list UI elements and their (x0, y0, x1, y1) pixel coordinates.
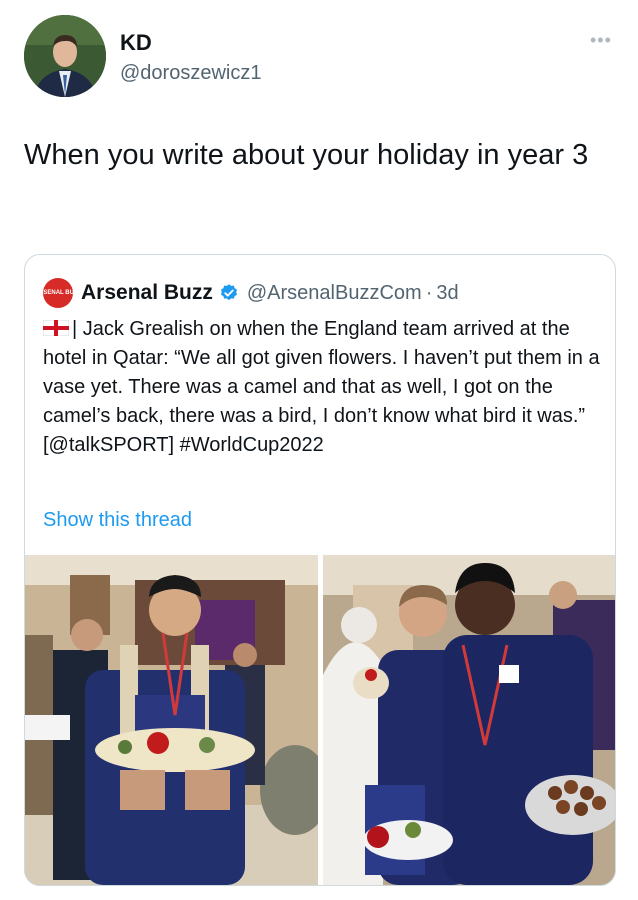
author-avatar[interactable] (24, 15, 106, 97)
quoted-tweet-text: | Jack Grealish on when the England team… (43, 318, 600, 456)
more-options-icon[interactable]: ••• (590, 30, 612, 51)
quoted-timestamp[interactable]: 3d (436, 282, 458, 305)
photo-grealish-flowers[interactable] (25, 555, 318, 885)
logo-text: ARSENAL BUZZ (34, 289, 82, 296)
arsenal-buzz-logo-icon[interactable]: ARSENAL BUZZ (35, 278, 81, 308)
verified-badge-icon (220, 284, 237, 301)
photo-image (323, 555, 615, 885)
quoted-tweet-body: | Jack Grealish on when the England team… (43, 315, 603, 460)
quoted-tweet-header: ARSENAL BUZZ Arsenal Buzz @ArsenalBuzzCo… (35, 278, 459, 308)
show-thread-link[interactable]: Show this thread (43, 509, 192, 532)
quoted-author-name[interactable]: Arsenal Buzz (81, 281, 213, 305)
quoted-author-handle[interactable]: @ArsenalBuzzCom (247, 282, 422, 305)
meta-separator: · (425, 281, 433, 304)
quoted-tweet[interactable]: ARSENAL BUZZ Arsenal Buzz @ArsenalBuzzCo… (24, 254, 616, 886)
author-handle[interactable]: @doroszewicz1 (120, 62, 261, 85)
tweet-text: When you write about your holiday in yea… (24, 139, 589, 171)
avatar-photo (24, 15, 106, 97)
england-flag-icon (43, 320, 69, 336)
photo-saka-shaw-flowers[interactable] (323, 555, 615, 885)
author-name[interactable]: KD (120, 30, 152, 56)
photo-image (25, 555, 318, 885)
